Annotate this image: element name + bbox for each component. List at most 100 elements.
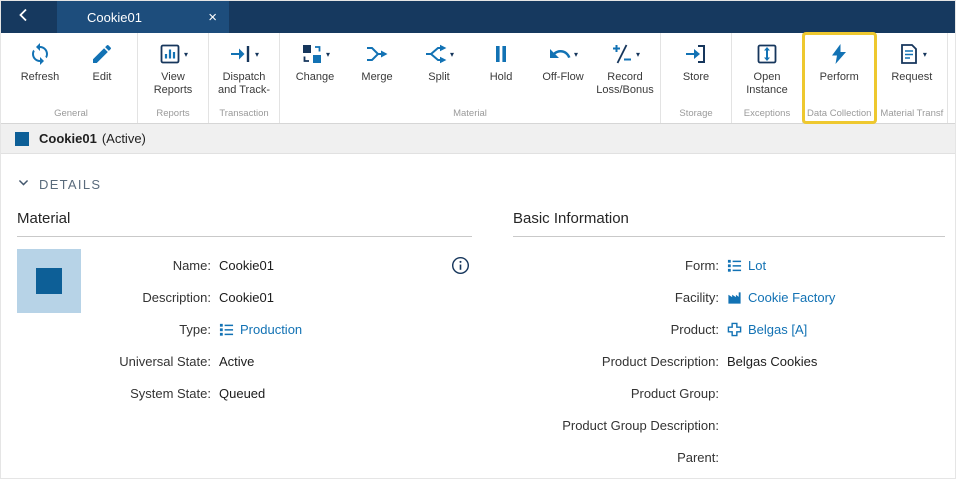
name-value: Cookie01 xyxy=(219,258,274,273)
material-image xyxy=(17,249,81,313)
field-row-form: Form Lot xyxy=(513,249,945,281)
back-button[interactable] xyxy=(1,1,47,33)
type-value[interactable]: Production xyxy=(219,322,302,337)
description-label: Description xyxy=(99,290,211,305)
form-value[interactable]: Lot xyxy=(727,258,766,273)
dropdown-caret-icon: ▾ xyxy=(923,50,927,59)
ribbon-group-caption: Exceptions xyxy=(744,106,790,123)
section-title-basic-information: Basic Information xyxy=(513,198,945,237)
close-icon[interactable]: × xyxy=(208,10,217,25)
split-button[interactable]: ▾Split xyxy=(408,33,470,84)
fields-0: Name Cookie01 DescriptionCookie01 Type Produ… xyxy=(99,249,472,409)
ribbon-group-caption: Material xyxy=(453,106,487,123)
ribbon-group-data-collection: Perform Data Collection xyxy=(803,33,876,123)
factory-icon xyxy=(727,290,742,305)
info-icon[interactable] xyxy=(451,256,470,280)
off-flow-button[interactable]: ▾ Off-Flow xyxy=(532,33,594,84)
field-row-facility: Facility Cookie Factory xyxy=(513,281,945,313)
instance-bar: Cookie01 (Active) xyxy=(1,124,955,154)
open-instance-button[interactable]: Open Instance xyxy=(736,33,798,97)
product-description-value: Belgas Cookies xyxy=(727,354,817,369)
material-image-square xyxy=(36,268,62,294)
ribbon-button-label: Record Loss/Bonus xyxy=(594,71,656,97)
list-icon xyxy=(219,322,234,337)
ribbon-group-caption: Material Transf xyxy=(880,106,943,123)
hold-button[interactable]: Hold xyxy=(470,33,532,84)
section-material: Material Name Cookie01 DescriptionCookie01… xyxy=(17,198,472,473)
ribbon-group-caption: Storage xyxy=(679,106,712,123)
ribbon-group-storage: Store Storage xyxy=(661,33,732,123)
ribbon: RefreshEditGeneral▾View ReportsReports▾D… xyxy=(1,33,955,124)
store-button[interactable]: Store xyxy=(665,33,727,84)
product-value[interactable]: Belgas [A] xyxy=(727,322,807,337)
ribbon-group-caption: Reports xyxy=(156,106,189,123)
dropdown-caret-icon: ▾ xyxy=(574,50,578,59)
store-icon xyxy=(684,40,708,68)
instance-title: Cookie01 xyxy=(39,131,97,146)
field-row-system-state: System StateQueued xyxy=(99,377,472,409)
product-group-label: Product Group xyxy=(513,386,719,401)
universal-state-value: Active xyxy=(219,354,254,369)
field-row-type: Type Production xyxy=(99,313,472,345)
change-button[interactable]: ▾Change xyxy=(284,33,346,84)
product-icon xyxy=(727,322,742,337)
tab-title: Cookie01 xyxy=(87,10,142,25)
form-label: Form xyxy=(513,258,719,273)
ribbon-button-label: View Reports xyxy=(142,71,204,97)
record-loss-bonus-button[interactable]: ▾ Record Loss/Bonus xyxy=(594,33,656,97)
name-label: Name xyxy=(99,258,211,273)
perform-button[interactable]: Perform xyxy=(808,33,870,84)
facility-value[interactable]: Cookie Factory xyxy=(727,290,835,305)
details-heading: DETAILS xyxy=(39,177,101,192)
facility-link-text: Cookie Factory xyxy=(748,290,835,305)
ribbon-group-buttons: Perform xyxy=(808,33,870,106)
open-instance-icon xyxy=(755,40,779,68)
ribbon-button-label: Merge xyxy=(361,71,392,84)
ribbon-group-buttons: ▾Change Merge ▾SplitHold ▾ Off-Flow ▾ Record L… xyxy=(284,33,656,106)
request-button[interactable]: ▾ Request xyxy=(881,33,943,84)
type-label: Type xyxy=(99,322,211,337)
facility-label: Facility xyxy=(513,290,719,305)
ribbon-button-label: Store xyxy=(683,71,709,84)
field-row-universal-state: Universal State Active xyxy=(99,345,472,377)
ribbon-group-buttons: RefreshEdit xyxy=(9,33,133,106)
record-loss-bonus-icon: ▾ xyxy=(610,40,640,68)
form-link-text: Lot xyxy=(748,258,766,273)
ribbon-button-label: Dispatch and Track- xyxy=(213,71,275,97)
edit-button[interactable]: Edit xyxy=(71,33,133,84)
ribbon-group-buttons: Store xyxy=(665,33,727,106)
change-icon: ▾ xyxy=(300,40,330,68)
ribbon-button-label: Perform xyxy=(820,71,859,84)
ribbon-group-buttons: ▾ View Reports xyxy=(142,33,204,106)
split-icon: ▾ xyxy=(424,40,454,68)
field-row-product: Product Belgas [A] xyxy=(513,313,945,345)
ribbon-group-exceptions: Open Instance Exceptions xyxy=(732,33,803,123)
material-body: Name Cookie01 DescriptionCookie01 Type Produ… xyxy=(17,249,472,409)
ribbon-group-caption: Data Collection xyxy=(807,106,871,123)
refresh-button[interactable]: Refresh xyxy=(9,33,71,84)
merge-button[interactable]: Merge xyxy=(346,33,408,84)
section-title-material: Material xyxy=(17,198,472,237)
section-basic-information: Basic Information Form Lot Facility Cookie … xyxy=(513,198,945,473)
tab-cookie01[interactable]: Cookie01 × xyxy=(57,1,229,33)
dropdown-caret-icon: ▾ xyxy=(326,50,330,59)
product-label: Product xyxy=(513,322,719,337)
dropdown-caret-icon: ▾ xyxy=(184,50,188,59)
field-row-description: DescriptionCookie01 xyxy=(99,281,472,313)
details-toggle[interactable]: DETAILS xyxy=(17,176,127,192)
product-description-label: Product Description xyxy=(513,354,719,369)
dropdown-caret-icon: ▾ xyxy=(636,50,640,59)
ribbon-group-buttons: ▾ Request xyxy=(881,33,943,106)
chevron-left-icon xyxy=(16,7,32,28)
topbar: Cookie01 × xyxy=(1,1,955,33)
content: DETAILS Material Name Cookie01 Description… xyxy=(1,176,955,473)
type-link-text: Production xyxy=(240,322,302,337)
field-row-parent: Parent xyxy=(513,441,945,473)
ribbon-group-transaction: ▾Dispatch and Track-Transaction xyxy=(209,33,280,123)
ribbon-button-label: Request xyxy=(891,71,932,84)
universal-state-label: Universal State xyxy=(99,354,211,369)
ribbon-button-label: Off-Flow xyxy=(542,71,583,84)
chevron-down-icon xyxy=(17,176,30,192)
view-reports-button[interactable]: ▾ View Reports xyxy=(142,33,204,97)
dispatch-and-track-button[interactable]: ▾Dispatch and Track- xyxy=(213,33,275,97)
